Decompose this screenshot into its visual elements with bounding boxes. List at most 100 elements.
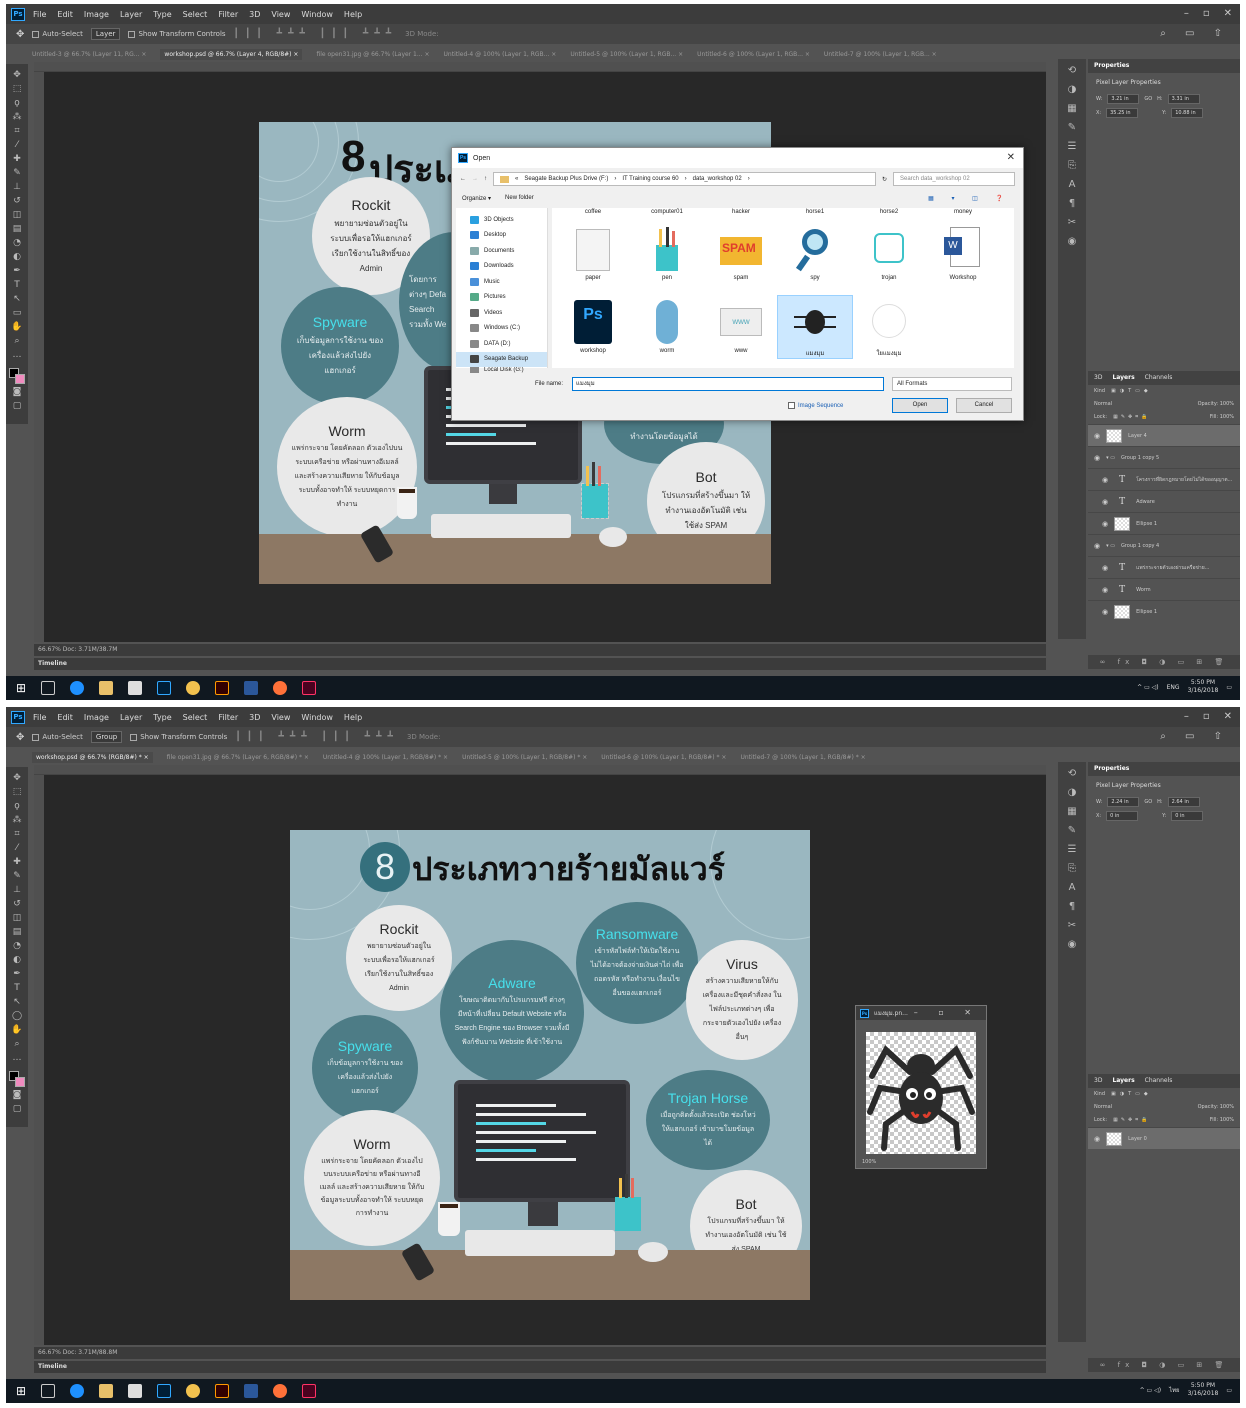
menu-file[interactable]: File bbox=[33, 713, 46, 722]
menu-image[interactable]: Image bbox=[84, 10, 109, 19]
tab-3d[interactable]: 3D bbox=[1094, 374, 1102, 382]
menu-3d[interactable]: 3D bbox=[249, 713, 260, 722]
indesign-icon[interactable] bbox=[302, 681, 317, 695]
menu-layer[interactable]: Layer bbox=[120, 713, 142, 722]
nav-documents[interactable]: Documents bbox=[456, 243, 547, 259]
minimize-button[interactable]: – bbox=[1184, 711, 1189, 722]
store-icon[interactable] bbox=[128, 681, 143, 695]
tools-icon[interactable]: ✂ bbox=[1068, 217, 1076, 228]
zoom-tool-icon[interactable]: ⌕ bbox=[10, 1039, 24, 1050]
illustrator-icon[interactable] bbox=[215, 681, 230, 695]
eraser-icon[interactable]: ◫ bbox=[10, 913, 24, 924]
layer-row[interactable]: ◉ T โครงการที่ผิดกฎหมายโดยไม่ได้ขออนุญาต..… bbox=[1088, 468, 1240, 490]
transform-controls-checkbox[interactable]: Show Transform Controls bbox=[130, 733, 227, 741]
tab-untitled-5[interactable]: Untitled-5 @ 100% (Layer 1, RGB/8#) * × bbox=[462, 754, 587, 761]
tab-channels[interactable]: Channels bbox=[1145, 1077, 1173, 1085]
blend-mode-select[interactable]: Normal bbox=[1094, 1104, 1112, 1111]
visibility-eye-icon[interactable]: ◉ bbox=[1094, 454, 1100, 462]
minimize-button[interactable]: – bbox=[1184, 8, 1189, 19]
path-select-icon[interactable]: ↖ bbox=[10, 997, 24, 1008]
tab-workshop[interactable]: workshop.psd @ 66.7% (RGB/8#) * × bbox=[32, 751, 153, 763]
tab-channels[interactable]: Channels bbox=[1145, 374, 1173, 382]
nav-downloads[interactable]: Downloads bbox=[456, 259, 547, 275]
layer-row[interactable]: ◉ T แพร่กระจายตัวเองผ่านเครือข่าย... bbox=[1088, 556, 1240, 578]
color-swatches[interactable] bbox=[9, 368, 25, 384]
magic-wand-icon[interactable]: ⁂ bbox=[10, 815, 24, 826]
menu-layer[interactable]: Layer bbox=[120, 10, 142, 19]
x-field[interactable]: 35.25 in bbox=[1106, 108, 1139, 118]
x-field[interactable]: 0 in bbox=[1106, 811, 1139, 821]
tab-layers[interactable]: Layers bbox=[1112, 374, 1134, 382]
maximize-button[interactable]: ▫ bbox=[1203, 711, 1210, 722]
refresh-icon[interactable]: ↻ bbox=[882, 176, 887, 183]
y-field[interactable]: 10.88 in bbox=[1171, 108, 1204, 118]
nav-desktop[interactable]: Desktop bbox=[456, 228, 547, 244]
blend-mode-select[interactable]: Normal bbox=[1094, 401, 1112, 408]
canvas-area[interactable]: 8 ประเภท Rockit พยายามซ่อนตัวอยู่ใน ระบบ… bbox=[44, 72, 1046, 642]
3d-icon[interactable]: ◉ bbox=[1068, 236, 1077, 247]
file-worm[interactable]: worm bbox=[630, 296, 704, 354]
move-tool-icon[interactable]: ✥ bbox=[16, 732, 24, 743]
back-icon[interactable]: ← bbox=[460, 176, 466, 182]
adjust-icon[interactable]: ☰ bbox=[1068, 141, 1077, 152]
file-paper[interactable]: paper bbox=[556, 223, 630, 281]
clone-icon[interactable]: ⎘ bbox=[1068, 863, 1076, 874]
tab-file-open31[interactable]: file open31.jpg @ 66.7% (Layer 6, RGB/8#… bbox=[167, 754, 309, 761]
file-explorer-icon[interactable] bbox=[99, 681, 114, 695]
visibility-eye-icon[interactable]: ◉ bbox=[1094, 432, 1100, 440]
spider-document-window[interactable]: Ps แมงมุม.pn... – ▫ ✕ 100% bbox=[855, 1005, 987, 1169]
history-brush-icon[interactable]: ↺ bbox=[10, 196, 24, 207]
y-field[interactable]: 0 in bbox=[1171, 811, 1204, 821]
file-workshop-psd[interactable]: Ps workshop bbox=[556, 296, 630, 354]
file-type-select[interactable]: All Formats bbox=[892, 377, 1012, 391]
history-icon[interactable]: ⟲ bbox=[1068, 65, 1076, 76]
layer-row[interactable]: ◉ ▾ ▭ Group 1 copy 4 bbox=[1088, 534, 1240, 556]
visibility-eye-icon[interactable]: ◉ bbox=[1102, 608, 1108, 616]
dodge-tool-icon[interactable]: ◐ bbox=[10, 252, 24, 263]
shape-tool-icon[interactable]: ▭ bbox=[10, 308, 24, 319]
word-icon[interactable] bbox=[244, 681, 259, 695]
eraser-icon[interactable]: ◫ bbox=[10, 210, 24, 221]
menu-window[interactable]: Window bbox=[301, 713, 333, 722]
menu-view[interactable]: View bbox=[271, 10, 290, 19]
menu-select[interactable]: Select bbox=[183, 10, 208, 19]
layer-row[interactable]: ◉ ▾ ▭ Group 1 copy 5 bbox=[1088, 446, 1240, 468]
task-view-icon[interactable] bbox=[41, 681, 56, 695]
layer-row[interactable]: ◉ T Worm bbox=[1088, 578, 1240, 600]
language-indicator[interactable]: ไทย bbox=[1169, 1385, 1180, 1395]
brush-icon[interactable]: ✎ bbox=[1068, 122, 1076, 133]
tab-file-open31[interactable]: file open31.jpg @ 66.7% (Layer 1... × bbox=[316, 51, 429, 58]
zoom-tool-icon[interactable]: ⌕ bbox=[10, 336, 24, 347]
file-pen[interactable]: pen bbox=[630, 223, 704, 281]
tab-untitled-6[interactable]: Untitled-6 @ 100% (Layer 1, RGB... × bbox=[697, 51, 810, 58]
gradient-tool-icon[interactable]: ▤ bbox=[10, 224, 24, 235]
nav-seagate-backup[interactable]: Seagate Backup bbox=[456, 351, 547, 367]
notification-icon[interactable]: ▭ bbox=[1226, 684, 1232, 691]
menu-image[interactable]: Image bbox=[84, 713, 109, 722]
history-icon[interactable]: ⟲ bbox=[1068, 768, 1076, 779]
clock[interactable]: 5:50 PM 3/16/2018 bbox=[1188, 1382, 1219, 1398]
forward-icon[interactable]: → bbox=[472, 176, 478, 182]
clone-icon[interactable]: ⎘ bbox=[1068, 160, 1076, 171]
type-tool-icon[interactable]: T bbox=[10, 280, 24, 291]
filter-icons[interactable]: ▣◑T▭◆ bbox=[1111, 388, 1152, 395]
layer-row[interactable]: ◉ T Adware bbox=[1088, 490, 1240, 512]
word-icon[interactable] bbox=[244, 1384, 259, 1398]
nav-data-d[interactable]: DATA (D:) bbox=[456, 336, 547, 352]
properties-tab[interactable]: Properties bbox=[1094, 765, 1129, 773]
file-horse1[interactable]: horse1 bbox=[778, 209, 852, 215]
path-drive[interactable]: Seagate Backup Plus Drive (F:) bbox=[524, 176, 608, 182]
menu-help[interactable]: Help bbox=[344, 10, 362, 19]
align-icons[interactable]: ┃┃┃ ┻┻┻ ┃┃┃ ┻┻┻ bbox=[234, 29, 398, 39]
tab-untitled-6[interactable]: Untitled-6 @ 100% (Layer 1, RGB/8#) * × bbox=[601, 754, 726, 761]
layer-row[interactable]: ◉ Layer 0 bbox=[1088, 1127, 1240, 1149]
gradient-tool-icon[interactable]: ▤ bbox=[10, 927, 24, 938]
blur-tool-icon[interactable]: ◔ bbox=[10, 238, 24, 249]
nav-3d-objects[interactable]: 3D Objects bbox=[456, 212, 547, 228]
file-horse2[interactable]: horse2 bbox=[852, 209, 926, 215]
document-canvas[interactable]: 8 ประเภทวายร้ายมัลแวร์ Rockit พยายามซ่อน… bbox=[290, 830, 810, 1300]
hand-tool-icon[interactable]: ✋ bbox=[10, 1025, 24, 1036]
eyedropper-icon[interactable]: ⁄ bbox=[10, 140, 24, 151]
link-icon[interactable]: GO bbox=[1144, 96, 1152, 102]
file-explorer-icon[interactable] bbox=[99, 1384, 114, 1398]
